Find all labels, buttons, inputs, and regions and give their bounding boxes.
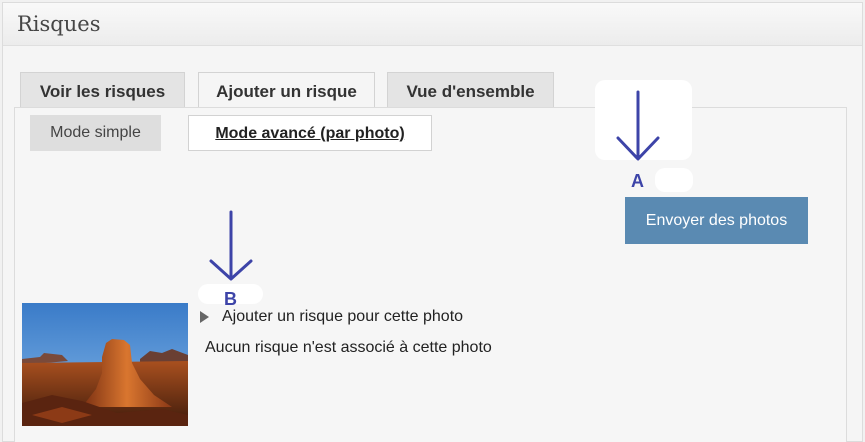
annotation-mask-a-small [655,168,693,192]
add-risk-for-photo-link[interactable]: Ajouter un risque pour cette photo [222,308,463,326]
tab-ajouter-un-risque[interactable]: Ajouter un risque [198,72,375,110]
mode-simple-button[interactable]: Mode simple [30,115,161,151]
panel-header: Risques [3,3,862,46]
no-risk-message: Aucun risque n'est associé à cette photo [205,339,492,356]
expand-triangle-icon[interactable] [200,311,209,323]
arrow-down-icon [616,90,660,161]
panel-title: Risques [17,12,101,36]
arrow-down-icon [209,210,253,281]
mode-advanced-button[interactable]: Mode avancé (par photo) [188,115,432,151]
annotation-label-a: A [631,171,644,191]
tab-vue-d-ensemble[interactable]: Vue d'ensemble [387,72,554,108]
annotation-label-b: B [224,289,237,309]
tab-voir-les-risques[interactable]: Voir les risques [20,72,185,108]
photo-thumbnail[interactable] [22,303,188,426]
send-photos-button[interactable]: Envoyer des photos [625,197,808,244]
